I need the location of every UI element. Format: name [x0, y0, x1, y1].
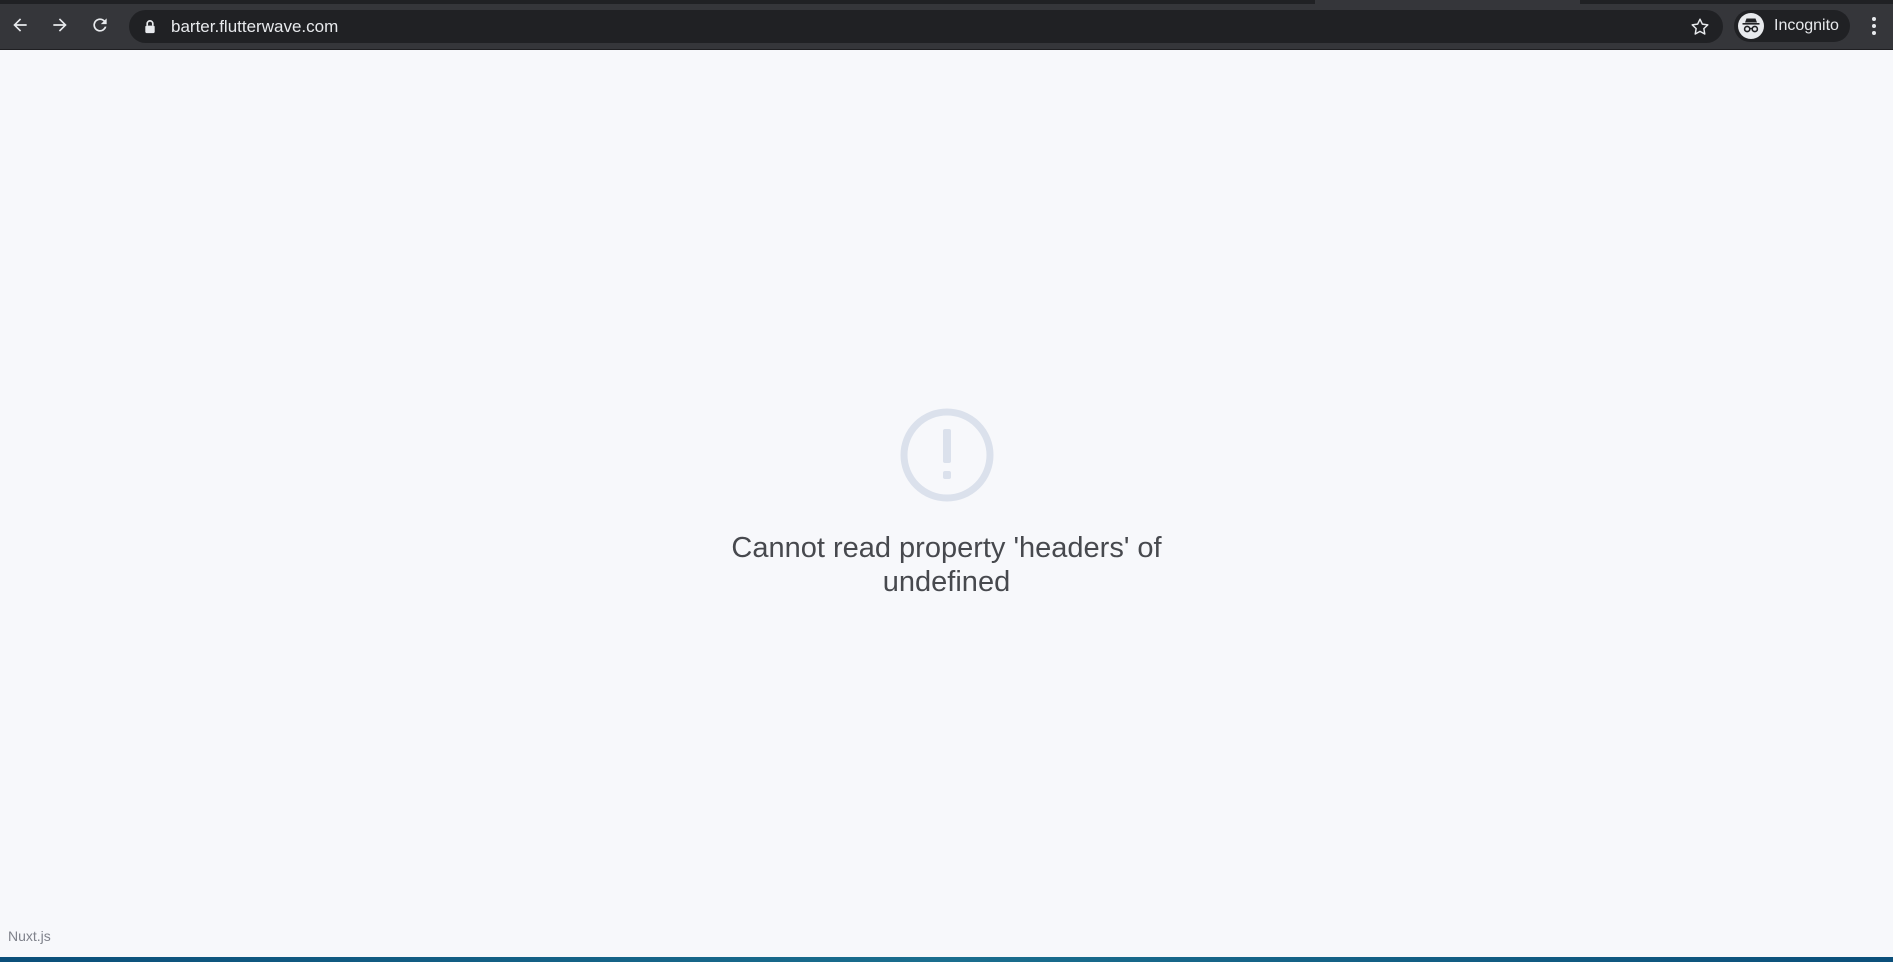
arrow-left-icon [13, 18, 27, 32]
error-page: Cannot read property 'headers' of undefi… [0, 50, 1893, 957]
incognito-icon [1738, 13, 1764, 39]
profile-label: Incognito [1774, 17, 1839, 34]
forward-button[interactable] [45, 10, 75, 40]
taskbar-strip [0, 957, 1893, 962]
error-container: Cannot read property 'headers' of undefi… [0, 407, 1893, 599]
star-icon[interactable] [1689, 16, 1711, 38]
arrow-right-icon [53, 18, 67, 32]
address-bar[interactable]: barter.flutterwave.com [129, 10, 1723, 43]
incognito-chip[interactable]: Incognito [1734, 10, 1850, 42]
tab-strip-right [1580, 0, 1893, 4]
lock-icon [145, 20, 155, 34]
reload-button[interactable] [85, 10, 115, 40]
kebab-menu-icon[interactable] [1862, 13, 1886, 39]
error-message: Cannot read property 'headers' of undefi… [731, 532, 1162, 598]
browser-toolbar: barter.flutterwave.com Incognito [0, 0, 1893, 50]
url-text[interactable]: barter.flutterwave.com [171, 18, 338, 36]
exclamation-circle-icon [900, 408, 993, 502]
nuxt-link[interactable]: Nuxt.js [8, 928, 51, 944]
reload-icon [93, 18, 107, 32]
back-button[interactable] [5, 10, 35, 40]
tab-strip [0, 0, 1315, 4]
